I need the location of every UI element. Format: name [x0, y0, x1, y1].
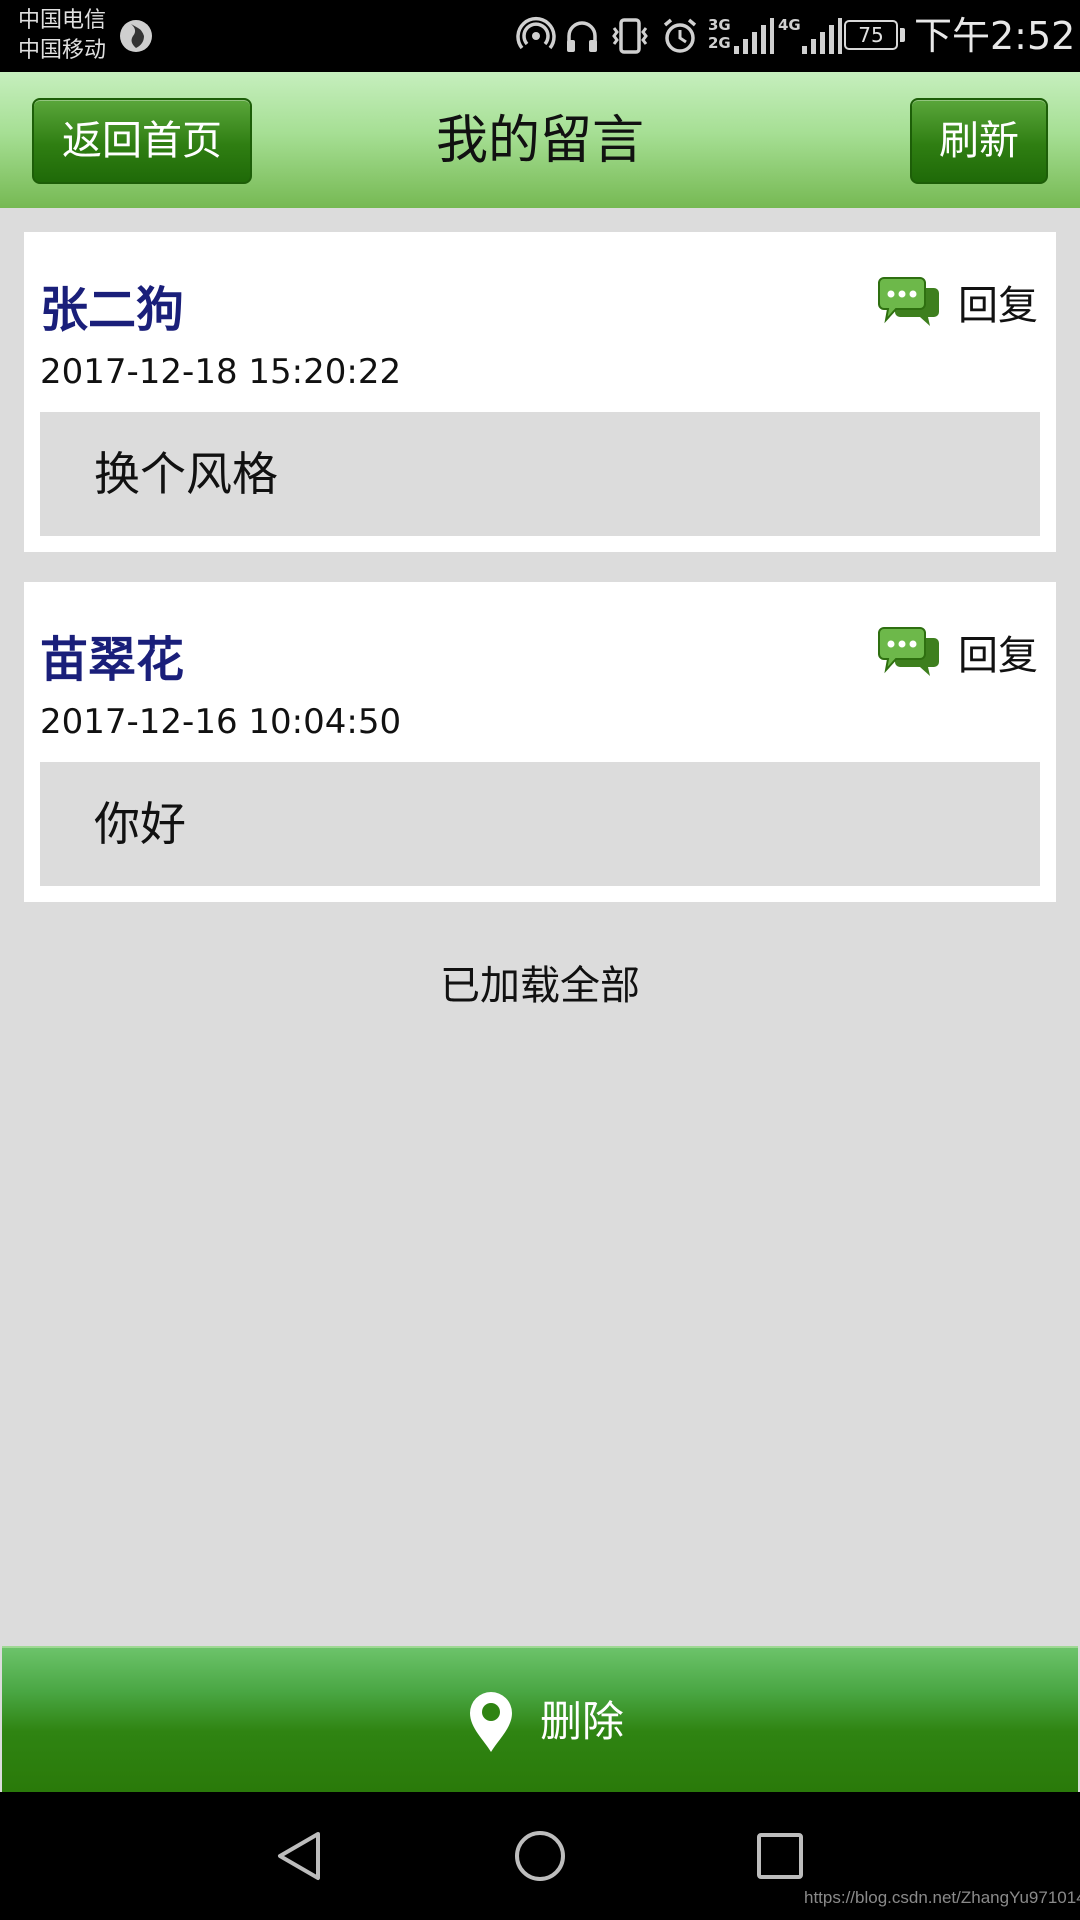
- message-card: 苗翠花 2017-12-16 10:04:50 回复 你好: [24, 582, 1056, 902]
- refresh-button[interactable]: 刷新: [910, 98, 1048, 184]
- carrier-info: 中国电信 中国移动: [18, 6, 106, 66]
- page-title: 我的留言: [435, 111, 644, 171]
- chat-bubble-icon: [878, 627, 939, 676]
- headphone-icon: [567, 21, 597, 52]
- carrier-2: 中国移动: [18, 38, 107, 63]
- delete-button[interactable]: 删除: [2, 1646, 1078, 1792]
- globe-icon: [120, 20, 152, 52]
- message-content-box: 换个风格: [40, 412, 1040, 536]
- signal-icon: [734, 18, 774, 54]
- reply-label: 回复: [958, 633, 1038, 679]
- watermark-url: https://blog.csdn.net/ZhangYu971014: [804, 1888, 1080, 1907]
- network-type-1-bottom: 2G: [708, 34, 731, 52]
- message-time: 2017-12-16 10:04:50: [40, 702, 402, 742]
- message-author: 张二狗: [40, 282, 185, 338]
- nav-home-icon[interactable]: [512, 1828, 568, 1884]
- signal-icon: [802, 18, 842, 54]
- message-time: 2017-12-18 15:20:22: [40, 352, 402, 392]
- app-header: 返回首页 我的留言 刷新: [0, 72, 1080, 208]
- screen: 中国电信 中国移动 3G 2G 4G 75 下午2:52 返回首页 我的留言 刷…: [0, 0, 1080, 1920]
- vibrate-icon: [612, 18, 648, 54]
- clock: 下午2:52: [914, 14, 1076, 58]
- hotspot-icon: [516, 17, 556, 50]
- message-author: 苗翠花: [40, 632, 185, 688]
- message-card: 张二狗 2017-12-18 15:20:22 回复 换个风格: [24, 232, 1056, 552]
- carrier-1: 中国电信: [18, 8, 107, 33]
- message-content: 你好: [94, 797, 186, 851]
- load-status: 已加载全部: [440, 963, 640, 1009]
- delete-label: 删除: [540, 1697, 625, 1746]
- back-home-button[interactable]: 返回首页: [32, 98, 252, 184]
- message-content: 换个风格: [94, 447, 278, 501]
- network-type-1-top: 3G: [708, 16, 731, 34]
- nav-back-icon[interactable]: [272, 1828, 328, 1884]
- nav-recent-icon[interactable]: [752, 1828, 808, 1884]
- reply-label: 回复: [958, 283, 1038, 329]
- battery-tip: [900, 28, 905, 42]
- battery-icon: 75: [844, 20, 898, 50]
- location-pin-icon: [470, 1692, 512, 1752]
- network-type-1: 3G 2G: [708, 16, 732, 52]
- alarm-icon: [663, 18, 697, 53]
- message-content-box: 你好: [40, 762, 1040, 886]
- status-bar: 中国电信 中国移动 3G 2G 4G 75 下午2:52: [0, 0, 1080, 72]
- chat-bubble-icon: [878, 277, 939, 326]
